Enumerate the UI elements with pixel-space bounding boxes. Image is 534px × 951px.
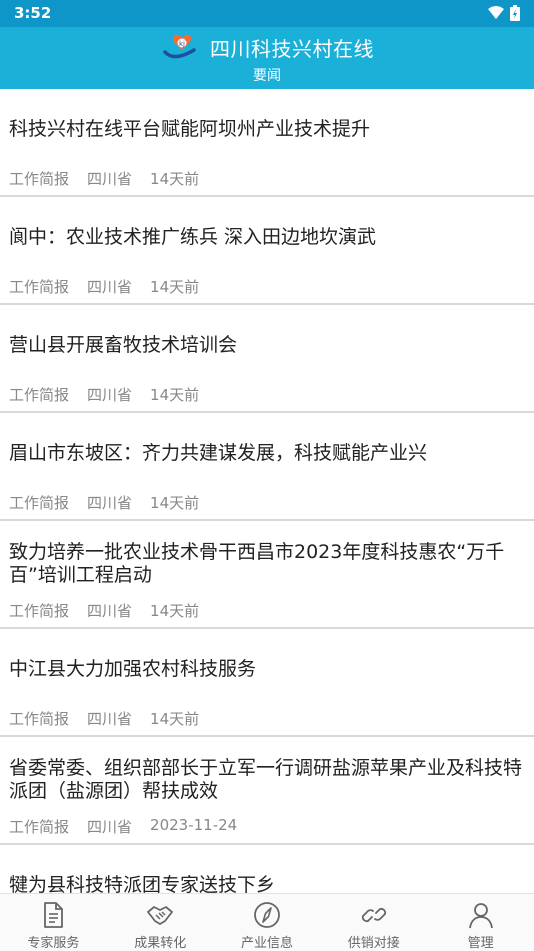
tab-label: 管理 (467, 936, 494, 951)
tab-label: 专家服务 (27, 936, 80, 951)
news-region: 四川省 (87, 818, 133, 836)
news-meta: 工作简报 四川省 14天前 (9, 600, 199, 621)
news-region: 四川省 (87, 170, 133, 188)
app-header: kj 四川科技兴村在线 要闻 (0, 27, 534, 89)
news-region: 四川省 (87, 494, 133, 512)
news-region: 四川省 (87, 602, 133, 620)
news-item[interactable]: 阆中：农业技术推广练兵 深入田边地坎演武 工作简报 四川省 14天前 (0, 197, 534, 305)
tab-industry-info[interactable]: 产业信息 (214, 894, 321, 951)
news-meta: 工作简报 四川省 14天前 (9, 276, 199, 297)
document-icon (44, 902, 64, 928)
wifi-icon (488, 6, 504, 19)
news-category: 工作简报 (9, 602, 70, 620)
news-title: 眉山市东坡区：齐力共建谋发展，科技赋能产业兴 (9, 442, 428, 464)
news-title: 科技兴村在线平台赋能阿坝州产业技术提升 (9, 118, 371, 140)
news-item[interactable]: 犍为县科技特派团专家送技下乡 (0, 845, 534, 893)
news-category: 工作简报 (9, 278, 70, 296)
news-title: 犍为县科技特派团专家送技下乡 (9, 874, 276, 893)
news-item[interactable]: 眉山市东坡区：齐力共建谋发展，科技赋能产业兴 工作简报 四川省 14天前 (0, 413, 534, 521)
news-item[interactable]: 营山县开展畜牧技术培训会 工作简报 四川省 14天前 (0, 305, 534, 413)
battery-icon (510, 5, 520, 21)
bottom-tab-bar: 专家服务 成果转化 产业信息 供销对接 管理 (0, 893, 534, 951)
status-icons (488, 5, 520, 21)
news-category: 工作简报 (9, 170, 70, 188)
compass-icon (254, 902, 280, 928)
tab-manage[interactable]: 管理 (427, 894, 534, 951)
news-category: 工作简报 (9, 710, 70, 728)
news-item[interactable]: 科技兴村在线平台赋能阿坝州产业技术提升 工作简报 四川省 14天前 (0, 89, 534, 197)
news-time: 14天前 (150, 602, 200, 620)
news-region: 四川省 (87, 710, 133, 728)
handshake-icon (147, 906, 174, 925)
link-icon (361, 907, 386, 923)
user-icon (468, 903, 493, 929)
news-list: 科技兴村在线平台赋能阿坝州产业技术提升 工作简报 四川省 14天前 阆中：农业技… (0, 89, 534, 893)
app-title: 四川科技兴村在线 (210, 36, 374, 61)
news-category: 工作简报 (9, 386, 70, 404)
news-meta: 工作简报 四川省 14天前 (9, 492, 199, 513)
news-region: 四川省 (87, 278, 133, 296)
news-category: 工作简报 (9, 818, 70, 836)
tab-label: 产业信息 (240, 936, 293, 951)
news-title: 营山县开展畜牧技术培训会 (9, 334, 238, 356)
news-meta: 工作简报 四川省 14天前 (9, 168, 199, 189)
tab-label: 成果转化 (134, 936, 187, 951)
news-title: 阆中：农业技术推广练兵 深入田边地坎演武 (9, 226, 377, 248)
tab-expert-service[interactable]: 专家服务 (0, 894, 107, 951)
tab-supply-matching[interactable]: 供销对接 (320, 894, 427, 951)
news-time: 14天前 (150, 710, 200, 728)
news-meta: 工作简报 四川省 14天前 (9, 384, 199, 405)
news-title: 中江县大力加强农村科技服务 (9, 658, 257, 680)
news-time: 14天前 (150, 278, 200, 296)
news-time: 14天前 (150, 494, 200, 512)
news-meta: 工作简报 四川省 14天前 (9, 708, 199, 729)
news-item[interactable]: 中江县大力加强农村科技服务 工作简报 四川省 14天前 (0, 629, 534, 737)
tab-achievement-transfer[interactable]: 成果转化 (107, 894, 214, 951)
news-time: 14天前 (150, 386, 200, 404)
page-subtitle: 要闻 (253, 68, 281, 84)
news-category: 工作简报 (9, 494, 70, 512)
news-region: 四川省 (87, 386, 133, 404)
status-time: 3:52 (14, 4, 52, 22)
news-meta: 工作简报 四川省 2023-11-24 (9, 816, 237, 837)
news-item[interactable]: 省委常委、组织部部长于立军一行调研盐源苹果产业及科技特派团（盐源团）帮扶成效 工… (0, 737, 534, 845)
status-bar: 3:52 (0, 0, 534, 27)
svg-text:kj: kj (179, 40, 185, 48)
news-item[interactable]: 致力培养一批农业技术骨干西昌市2023年度科技惠农“万千百”培训工程启动 工作简… (0, 521, 534, 629)
news-time: 14天前 (150, 170, 200, 188)
app-logo-icon: kj (163, 34, 196, 59)
news-title: 省委常委、组织部部长于立军一行调研盐源苹果产业及科技特派团（盐源团）帮扶成效 (9, 757, 523, 802)
news-title: 致力培养一批农业技术骨干西昌市2023年度科技惠农“万千百”培训工程启动 (9, 541, 505, 586)
tab-label: 供销对接 (347, 936, 400, 951)
news-time: 2023-11-24 (150, 816, 238, 834)
